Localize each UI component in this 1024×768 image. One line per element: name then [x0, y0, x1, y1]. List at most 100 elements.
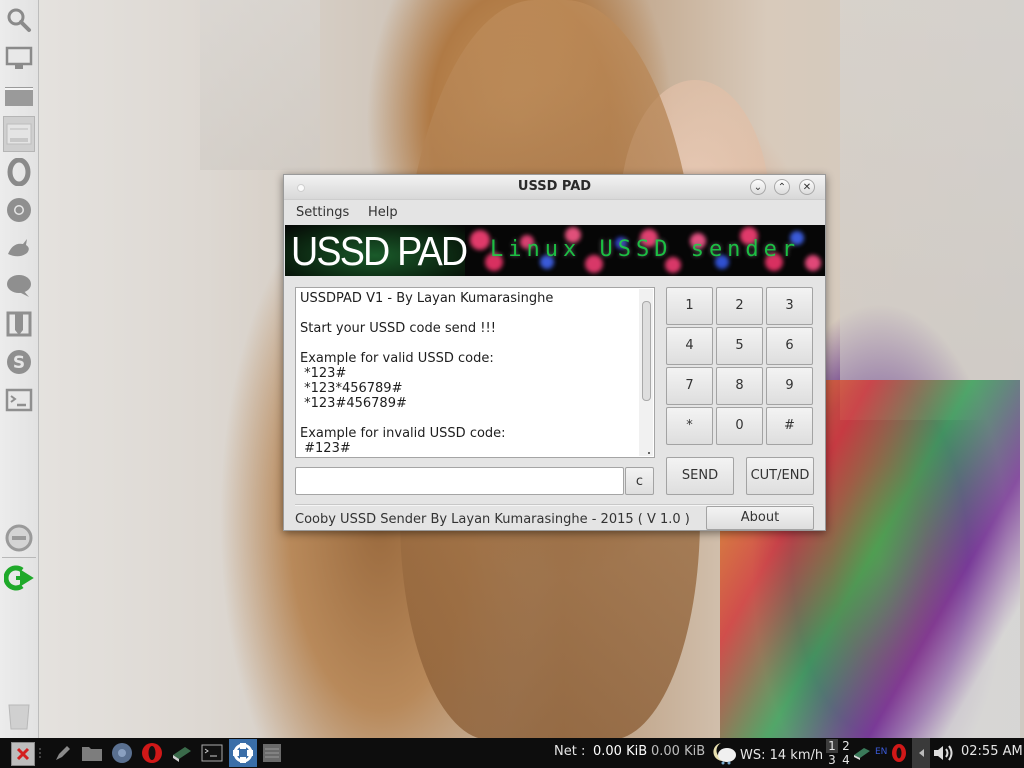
- taskbar-close-app[interactable]: [11, 742, 35, 766]
- dock-files[interactable]: [3, 80, 35, 112]
- dock-search[interactable]: [3, 4, 35, 36]
- taskbar-book[interactable]: [171, 742, 193, 764]
- resize-grip: [648, 452, 650, 454]
- output-text: USSDPAD V1 - By Layan Kumarasinghe Start…: [300, 291, 554, 456]
- dock-terminal[interactable]: [3, 384, 35, 416]
- window-titlebar[interactable]: USSD PAD ⌄ ⌃ ✕: [284, 175, 825, 200]
- key-1[interactable]: 1: [666, 287, 713, 325]
- maximize-button[interactable]: ⌃: [774, 179, 790, 195]
- banner-bokeh: [805, 255, 821, 271]
- workspace-2[interactable]: 2: [840, 739, 852, 753]
- skype-icon: S: [7, 350, 31, 374]
- dock-opera[interactable]: [3, 156, 35, 188]
- dock-bird-app[interactable]: [3, 232, 35, 264]
- list-app-icon: [263, 744, 281, 762]
- output-text-area[interactable]: USSDPAD V1 - By Layan Kumarasinghe Start…: [295, 287, 655, 458]
- key-3[interactable]: 3: [766, 287, 813, 325]
- left-dock: S: [0, 0, 39, 738]
- taskbar-opera[interactable]: [141, 742, 163, 764]
- chrome-icon: [112, 743, 132, 763]
- tray-opera[interactable]: [890, 742, 908, 764]
- key-2[interactable]: 2: [716, 287, 763, 325]
- scrollbar-thumb[interactable]: [642, 301, 651, 401]
- folder-icon: [82, 747, 102, 761]
- minimize-button[interactable]: ⌄: [750, 179, 766, 195]
- dock-trash[interactable]: [3, 700, 35, 732]
- clock[interactable]: 02:55 AM: [961, 744, 1023, 759]
- weather-cloud-moon-icon: [713, 743, 736, 765]
- window-title: USSD PAD: [517, 179, 592, 194]
- key-hash[interactable]: #: [766, 407, 813, 445]
- minus-circle-icon: [5, 524, 33, 552]
- key-6[interactable]: 6: [766, 327, 813, 365]
- workspace-switcher: 1 2 3 4: [826, 739, 852, 767]
- opera-icon: [7, 158, 31, 186]
- wallpaper-shelf: [200, 0, 320, 170]
- cut-end-button[interactable]: CUT/END: [746, 457, 814, 495]
- bird-icon: [8, 239, 29, 257]
- banner-subtitle: Linux USSD sender: [490, 237, 801, 262]
- chrome-icon: [7, 198, 31, 222]
- dock-minimize-all[interactable]: [3, 522, 35, 554]
- taskbar-terminal[interactable]: [201, 742, 223, 764]
- key-0[interactable]: 0: [716, 407, 763, 445]
- banner-title: USSD PAD: [291, 228, 468, 274]
- taskbar-active-app[interactable]: [229, 739, 257, 767]
- text-scrollbar[interactable]: [639, 289, 653, 456]
- workspace-1[interactable]: 1: [826, 739, 838, 753]
- dock-desktop[interactable]: [3, 42, 35, 74]
- menu-settings[interactable]: Settings: [296, 205, 349, 220]
- volume-control[interactable]: [932, 742, 956, 764]
- logout-icon: [4, 565, 34, 591]
- monitor-icon: [5, 46, 33, 69]
- taskbar-list-app[interactable]: [261, 742, 283, 764]
- opera-icon: [142, 743, 162, 763]
- menu-help[interactable]: Help: [368, 205, 398, 220]
- about-button[interactable]: About: [706, 506, 814, 530]
- key-4[interactable]: 4: [666, 327, 713, 365]
- chevron-left-icon: [919, 749, 924, 757]
- weather-widget[interactable]: [711, 740, 739, 766]
- taskbar-files[interactable]: [81, 742, 103, 764]
- opera-icon: [892, 744, 906, 762]
- ussd-code-input[interactable]: [295, 467, 624, 495]
- send-button[interactable]: SEND: [666, 457, 734, 495]
- dock-skype[interactable]: S: [3, 346, 35, 378]
- clear-button[interactable]: c: [625, 467, 654, 495]
- search-icon: [7, 8, 31, 32]
- dock-logout[interactable]: [3, 562, 35, 594]
- close-button[interactable]: ✕: [799, 179, 815, 195]
- app-banner: USSD PAD Linux USSD sender: [285, 225, 825, 276]
- ussd-pad-window: USSD PAD ⌄ ⌃ ✕ Settings Help USSD PAD Li…: [283, 174, 826, 531]
- tray-expand[interactable]: [912, 738, 930, 768]
- key-7[interactable]: 7: [666, 367, 713, 405]
- dock-chrome[interactable]: [3, 194, 35, 226]
- taskbar-pen[interactable]: [52, 742, 74, 764]
- dock-active-app[interactable]: [3, 116, 35, 152]
- keyboard-layout[interactable]: EN: [875, 747, 887, 757]
- net-label: Net :: [554, 744, 586, 759]
- dock-chat[interactable]: [3, 270, 35, 302]
- key-9[interactable]: 9: [766, 367, 813, 405]
- net-upload: 0.00 KiB: [651, 744, 706, 759]
- workspace-4[interactable]: 4: [840, 753, 852, 767]
- window-app-icon: [6, 123, 32, 145]
- weather-wind-speed: WS: 14 km/h: [740, 748, 824, 763]
- tray-book[interactable]: [853, 742, 871, 764]
- taskbar-chrome[interactable]: [111, 742, 133, 764]
- key-star[interactable]: *: [666, 407, 713, 445]
- dock-book[interactable]: [3, 308, 35, 340]
- key-5[interactable]: 5: [716, 327, 763, 365]
- taskbar-handle[interactable]: [37, 742, 43, 764]
- terminal-icon: [5, 388, 33, 412]
- chat-bubble-icon: [7, 275, 31, 297]
- key-8[interactable]: 8: [716, 367, 763, 405]
- trash-icon: [8, 704, 30, 730]
- book-icon: [173, 747, 191, 762]
- workspace-3[interactable]: 3: [826, 753, 838, 767]
- terminal-icon: [201, 744, 223, 762]
- volume-icon: [934, 745, 953, 761]
- taskbar: Net : 0.00 KiB 0.00 KiB WS: 14 km/h 1 2 …: [0, 738, 1024, 768]
- folder-icon: [5, 87, 33, 106]
- net-download: 0.00 KiB: [593, 744, 648, 759]
